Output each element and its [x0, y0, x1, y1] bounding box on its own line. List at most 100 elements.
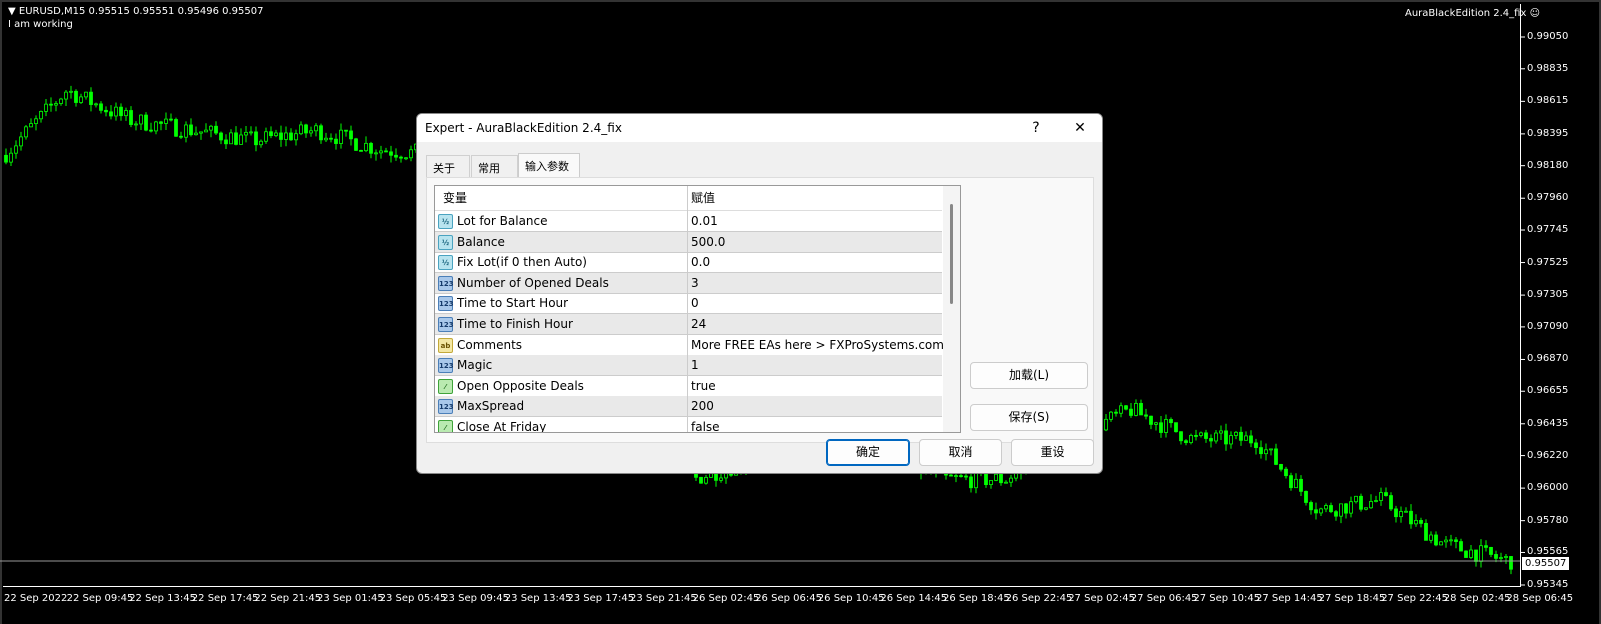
x-tick-label: 22 Sep 2022 [4, 593, 68, 604]
dialog-titlebar[interactable]: Expert - AuraBlackEdition 2.4_fix ? ✕ [417, 114, 1102, 142]
integer-type-icon: 123 [438, 358, 454, 374]
tab-about[interactable]: 关于 [426, 155, 470, 177]
integer-type-icon: 123 [438, 317, 454, 332]
ok-button[interactable]: 确定 [826, 439, 910, 466]
integer-type-icon: 123 [438, 399, 454, 415]
param-value[interactable]: 0.01 [691, 211, 718, 232]
y-tick-label: 0.95345 [1527, 579, 1569, 590]
column-header-variable[interactable]: 变量 [443, 188, 467, 209]
param-row[interactable]: ½ Lot for Balance 0.01 [435, 211, 942, 232]
save-button[interactable]: 保存(S) [970, 404, 1088, 431]
x-tick-label: 27 Sep 10:45 [1193, 593, 1261, 604]
table-header: 变量 赋值 [435, 186, 942, 211]
close-button[interactable]: ✕ [1065, 118, 1095, 138]
x-tick-label: 23 Sep 01:45 [317, 593, 384, 604]
y-tick-label: 0.97960 [1527, 192, 1569, 204]
y-tick-label: 0.96870 [1527, 353, 1569, 365]
tab-inputs[interactable]: 输入参数 [518, 153, 580, 177]
x-tick-label: 23 Sep 09:45 [442, 593, 509, 604]
y-tick-label: 0.96655 [1527, 385, 1569, 397]
param-value[interactable]: 500.0 [691, 232, 725, 253]
string-type-icon: ab [438, 337, 453, 353]
param-name: MaxSpread [457, 399, 525, 414]
y-tick-label: 0.96000 [1527, 482, 1569, 494]
param-value[interactable]: 0 [691, 293, 699, 314]
param-value[interactable]: 0.0 [691, 252, 710, 273]
param-row[interactable]: ⁄ Close At Friday false [435, 417, 942, 433]
integer-type-icon: 123 [438, 296, 454, 312]
expert-properties-dialog: Expert - AuraBlackEdition 2.4_fix ? ✕ 关于… [416, 113, 1103, 474]
param-name: Close At Friday [457, 420, 547, 433]
param-row[interactable]: 123 Number of Opened Deals 3 [435, 272, 942, 294]
param-value[interactable]: false [691, 417, 720, 432]
param-name: Comments [457, 337, 523, 352]
y-tick-label: 0.98615 [1527, 95, 1569, 107]
y-tick-label: 0.98835 [1527, 62, 1569, 74]
y-tick-label: 0.95565 [1527, 546, 1569, 558]
param-value[interactable]: 3 [691, 273, 699, 294]
x-tick-label: 23 Sep 21:45 [630, 593, 697, 604]
column-divider[interactable] [687, 186, 688, 432]
param-name: Balance [457, 234, 505, 249]
y-tick-label: 0.95780 [1527, 514, 1569, 526]
load-button[interactable]: 加载(L) [970, 362, 1088, 389]
x-tick-label: 22 Sep 17:45 [191, 593, 259, 604]
param-row[interactable]: 123 MaxSpread 200 [435, 396, 942, 418]
x-tick-label: 28 Sep 02:45 [1443, 593, 1511, 604]
x-tick-label: 22 Sep 09:45 [66, 593, 134, 604]
y-tick-label: 0.97090 [1527, 320, 1569, 332]
scrollbar-thumb[interactable] [950, 204, 953, 304]
column-header-value[interactable]: 赋值 [691, 188, 715, 209]
x-tick-label: 26 Sep 22:45 [1005, 593, 1073, 604]
x-tick-label: 27 Sep 14:45 [1256, 593, 1323, 604]
param-row[interactable]: 123 Time to Start Hour 0 [435, 293, 942, 315]
x-tick-label: 26 Sep 06:45 [755, 593, 822, 604]
y-tick-label: 0.97305 [1527, 289, 1569, 301]
param-value[interactable]: More FREE EAs here > FXProSystems.com [691, 335, 944, 356]
double-type-icon: ½ [438, 214, 453, 229]
bid-price-label: 0.95507 [1522, 557, 1570, 570]
x-tick-label: 22 Sep 13:45 [129, 593, 196, 604]
param-name: Open Opposite Deals [457, 378, 584, 393]
x-tick-label: 26 Sep 14:45 [880, 593, 948, 604]
param-row[interactable]: ⁄ Open Opposite Deals true [435, 376, 942, 397]
param-value[interactable]: 24 [691, 314, 706, 335]
cancel-button[interactable]: 取消 [919, 439, 1002, 466]
y-tick-label: 0.98180 [1527, 159, 1569, 171]
integer-type-icon: 123 [438, 275, 454, 291]
param-row[interactable]: ab Comments More FREE EAs here > FXProSy… [435, 335, 944, 356]
x-tick-label: 26 Sep 02:45 [692, 593, 760, 604]
param-name: Lot for Balance [457, 214, 548, 228]
x-tick-label: 27 Sep 02:45 [1068, 593, 1135, 604]
smiley-face-icon: ☺ [1529, 8, 1540, 19]
inputs-table: 变量 赋值 ½ Lot for Balance 0.01 ½ Balance 50… [434, 185, 961, 433]
param-row[interactable]: ½ Fix Lot(if 0 then Auto) 0.0 [435, 252, 942, 274]
x-tick-label: 23 Sep 17:45 [567, 593, 635, 604]
boolean-type-icon: ⁄ [438, 378, 453, 394]
param-row[interactable]: 123 Time to Finish Hour 24 [435, 314, 942, 335]
param-row[interactable]: ½ Balance 500.0 [435, 231, 942, 253]
param-name: Time to Start Hour [457, 296, 569, 311]
reset-button[interactable]: 重设 [1011, 439, 1094, 466]
expert-label[interactable]: AuraBlackEdition 2.4_fix ☺ [1405, 8, 1540, 19]
param-row[interactable]: 123 Magic 1 [435, 355, 942, 377]
x-tick-label: 27 Sep 06:45 [1130, 593, 1198, 604]
param-name: Magic [457, 358, 493, 373]
param-value[interactable]: 200 [691, 396, 714, 417]
ea-status-text: I am working [8, 19, 73, 30]
x-tick-label: 27 Sep 18:45 [1318, 593, 1386, 604]
double-type-icon: ½ [438, 255, 453, 271]
vertical-scrollbar[interactable] [943, 186, 960, 432]
y-tick-label: 0.99050 [1527, 31, 1569, 42]
param-value[interactable]: 1 [691, 355, 699, 376]
symbol-quote: EURUSD,M15 0.95515 0.95551 0.95496 0.955… [18, 6, 264, 17]
x-tick-label: 27 Sep 22:45 [1381, 593, 1448, 604]
param-value[interactable]: true [691, 376, 716, 397]
dialog-title: Expert - AuraBlackEdition 2.4_fix [425, 121, 622, 135]
x-tick-label: 22 Sep 21:45 [254, 593, 322, 604]
x-tick-label: 23 Sep 05:45 [379, 593, 447, 604]
y-tick-label: 0.97525 [1527, 256, 1569, 268]
help-button[interactable]: ? [1021, 118, 1051, 138]
tab-common[interactable]: 常用 [471, 155, 518, 177]
y-tick-label: 0.96220 [1527, 449, 1569, 461]
